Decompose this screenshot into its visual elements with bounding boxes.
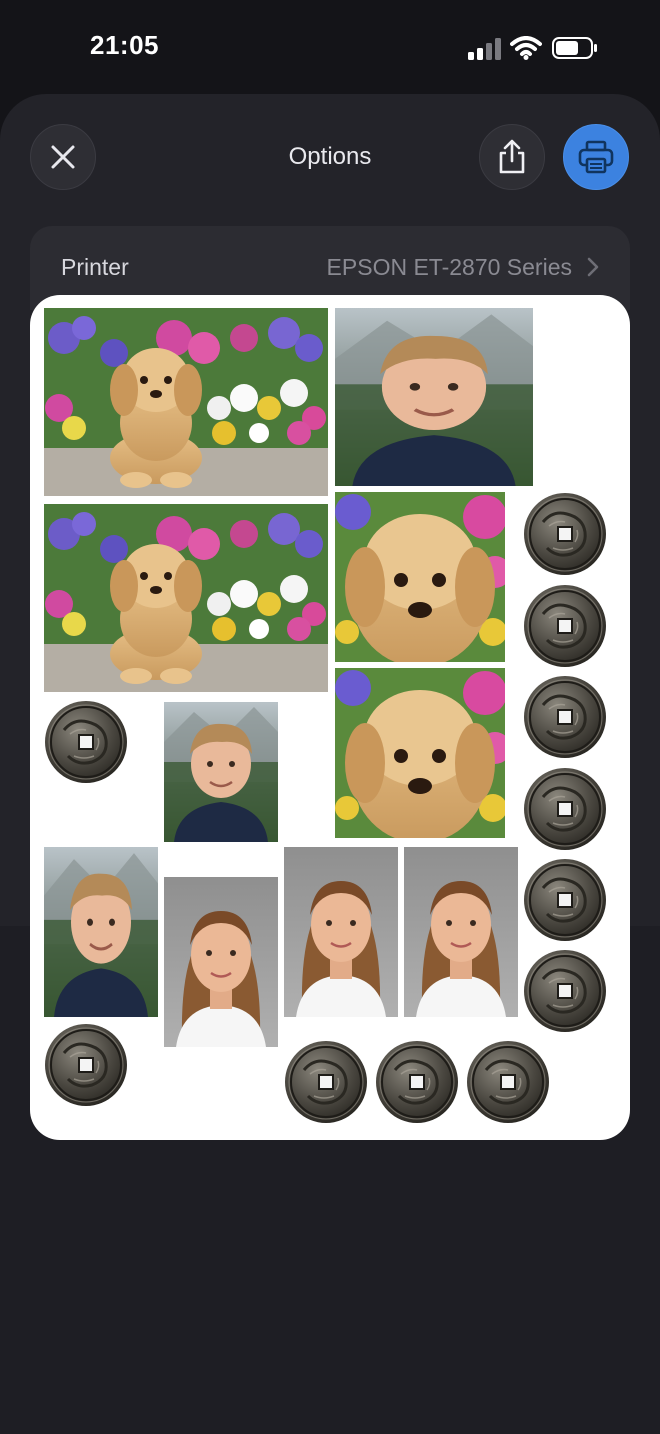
coin-image (523, 949, 607, 1033)
page-title: Options (288, 143, 372, 170)
coin-image (523, 858, 607, 942)
print-button[interactable] (563, 124, 629, 190)
coin-image (284, 1040, 368, 1124)
photo-puppy-face (335, 492, 505, 662)
photo-puppy-face (335, 668, 505, 838)
status-time: 21:05 (90, 30, 159, 60)
photo-girl (404, 847, 518, 1017)
share-button[interactable] (479, 124, 545, 190)
photo-boy (44, 847, 158, 1017)
photo-puppy-flowers (44, 504, 328, 692)
photo-girl (164, 877, 278, 1047)
coin-image (44, 700, 128, 784)
coin-image (523, 492, 607, 576)
print-preview[interactable] (30, 295, 630, 1140)
cellular-signal-icon (468, 38, 501, 60)
share-icon (499, 139, 525, 174)
photo-puppy-flowers (44, 308, 328, 496)
printer-icon (578, 140, 614, 174)
coin-image (523, 767, 607, 851)
photo-boy (164, 702, 278, 842)
coin-image (523, 584, 607, 668)
photo-girl (284, 847, 398, 1017)
photo-boy (335, 308, 533, 486)
coin-image (466, 1040, 550, 1124)
wifi-icon (510, 36, 542, 60)
printer-value: EPSON ET-2870 Series (326, 254, 572, 280)
chevron-right-icon (587, 257, 599, 277)
coin-image (523, 675, 607, 759)
printer-label: Printer (61, 254, 129, 280)
battery-icon (552, 37, 597, 59)
coin-image (375, 1040, 459, 1124)
status-bar: 21:05 (0, 0, 660, 96)
coin-image (44, 1023, 128, 1107)
